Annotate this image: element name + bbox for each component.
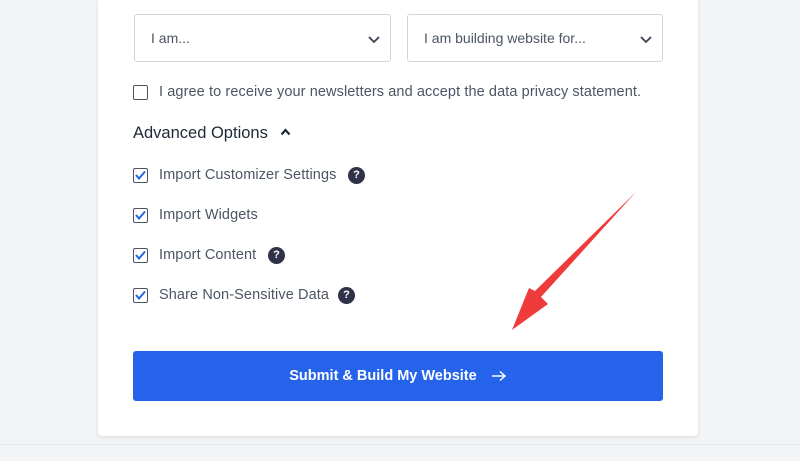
checkmark-icon [135, 210, 146, 220]
share-data-checkbox[interactable] [133, 288, 148, 303]
import-content-checkbox[interactable] [133, 248, 148, 263]
question-circle-icon[interactable]: ? [268, 247, 285, 264]
import-content-label: Import Content [159, 247, 257, 263]
question-circle-icon[interactable]: ? [348, 167, 365, 184]
import-customizer-checkbox[interactable] [133, 168, 148, 183]
checkmark-icon [135, 290, 146, 300]
advanced-options-title: Advanced Options [133, 124, 268, 142]
advanced-options-toggle[interactable]: Advanced Options [133, 124, 291, 146]
chevron-down-icon [640, 36, 652, 44]
option-share-data[interactable]: Share Non-Sensitive Data ? [133, 286, 363, 306]
newsletter-consent-row[interactable]: I agree to receive your newsletters and … [133, 83, 673, 103]
import-widgets-label: Import Widgets [159, 207, 258, 223]
share-data-label: Share Non-Sensitive Data [159, 287, 330, 303]
role-select-value: I am... [151, 30, 190, 46]
submit-build-label: Submit & Build My Website [289, 368, 477, 384]
submit-build-button[interactable]: Submit & Build My Website [133, 351, 663, 401]
newsletter-checkbox[interactable] [133, 85, 148, 100]
option-import-customizer[interactable]: Import Customizer Settings ? [133, 166, 393, 186]
option-import-content[interactable]: Import Content ? [133, 246, 293, 266]
newsletter-label: I agree to receive your newsletters and … [159, 84, 642, 100]
caret-up-icon [281, 128, 291, 136]
checkmark-icon [135, 170, 146, 180]
arrow-right-icon [491, 370, 506, 382]
page-bottom-edge [0, 444, 800, 461]
role-select[interactable]: I am... [134, 14, 391, 62]
question-circle-icon[interactable]: ? [338, 287, 355, 304]
chevron-down-icon [368, 36, 380, 44]
import-customizer-label: Import Customizer Settings [159, 167, 337, 183]
checkmark-icon [135, 250, 146, 260]
setup-form-card: I am... I am building website for... I a… [98, 0, 698, 436]
option-import-widgets[interactable]: Import Widgets [133, 206, 293, 226]
purpose-select-value: I am building website for... [424, 30, 586, 46]
import-widgets-checkbox[interactable] [133, 208, 148, 223]
purpose-select[interactable]: I am building website for... [407, 14, 663, 62]
